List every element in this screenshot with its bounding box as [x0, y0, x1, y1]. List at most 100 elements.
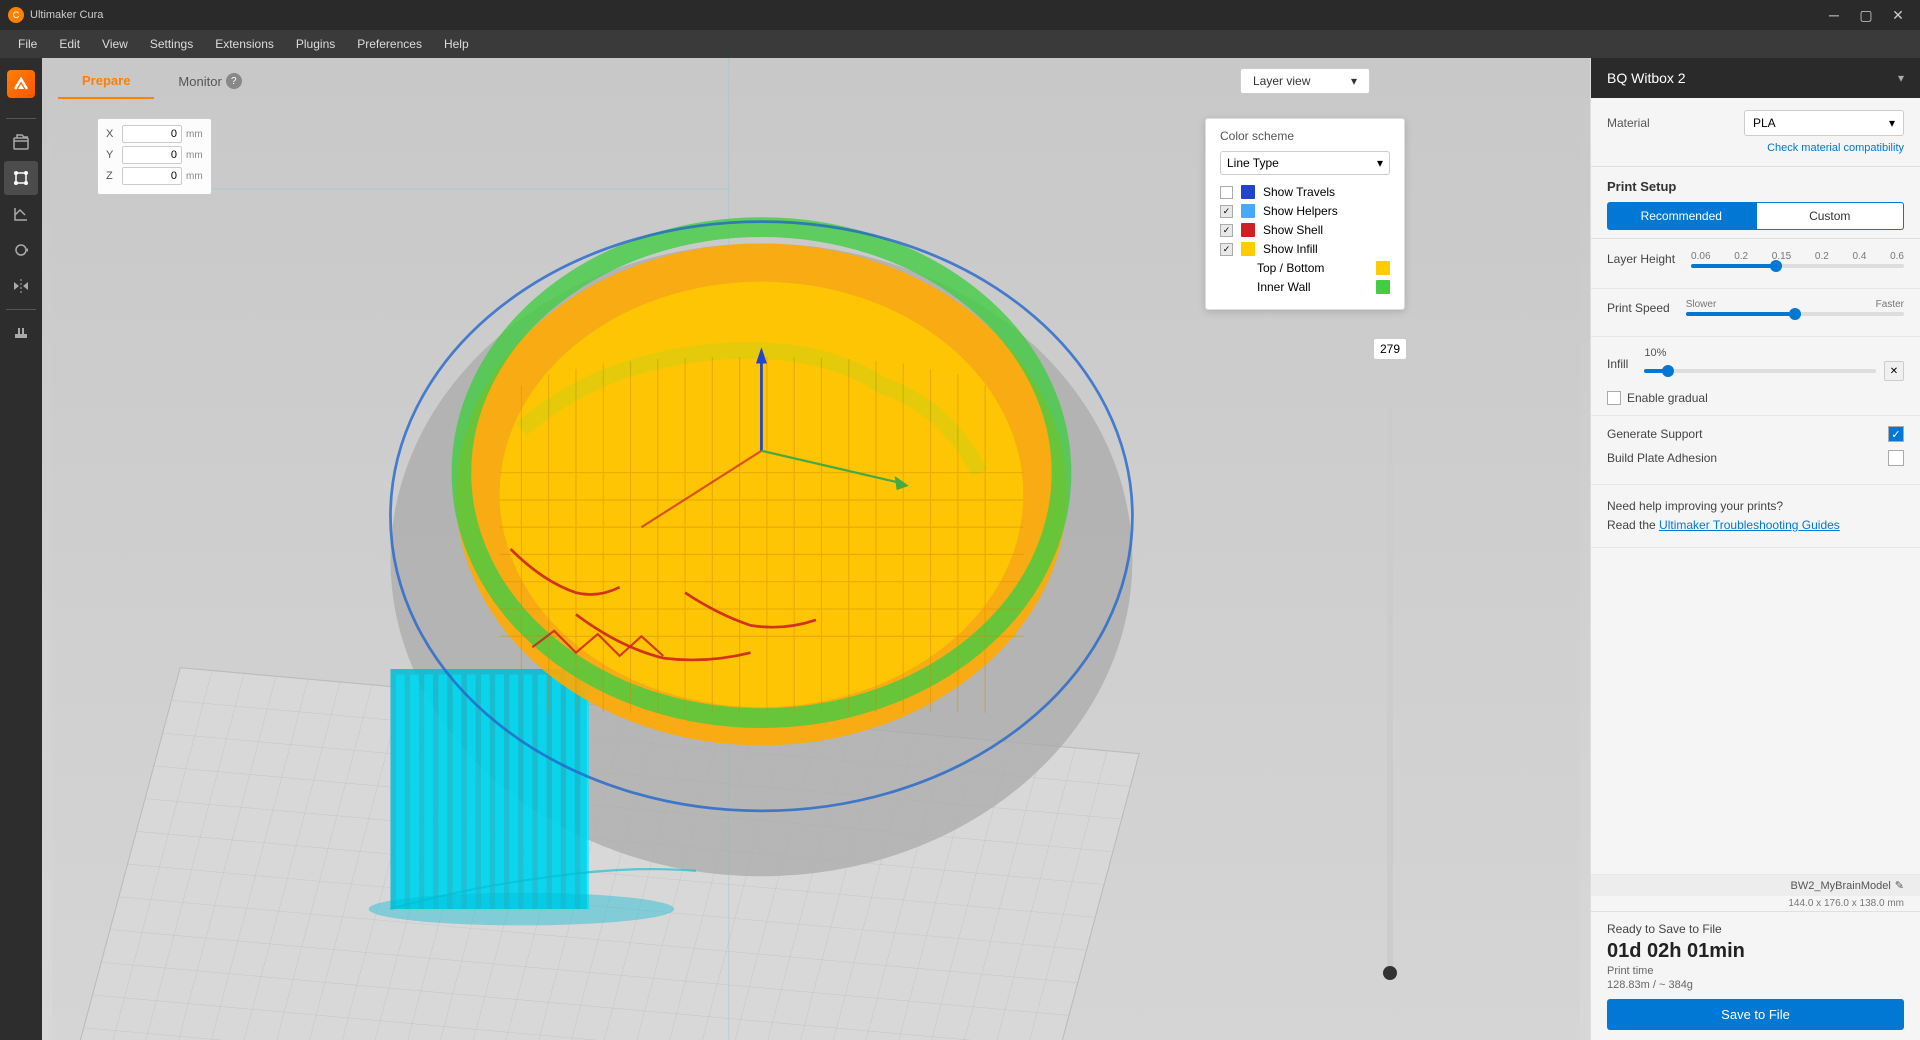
print-speed-row: Print Speed Slower Faster — [1607, 299, 1904, 316]
top-bottom-color — [1376, 261, 1390, 275]
logo-square — [7, 70, 35, 98]
gradual-checkbox[interactable] — [1607, 391, 1621, 405]
help-link[interactable]: Ultimaker Troubleshooting Guides — [1659, 518, 1840, 532]
filament-info: 128.83m / ~ 384g — [1607, 979, 1904, 991]
left-toolbar — [0, 58, 42, 1040]
material-arrow-icon: ▾ — [1889, 116, 1895, 130]
infill-thumb[interactable] — [1662, 365, 1674, 377]
transform-button[interactable] — [4, 161, 38, 195]
lh-val-4: 0.2 — [1815, 251, 1829, 262]
generate-support-checkbox[interactable]: ✓ — [1888, 426, 1904, 442]
help-text-row: Read the Ultimaker Troubleshooting Guide… — [1607, 516, 1904, 535]
app-icon: C — [8, 7, 24, 23]
mirror-button[interactable] — [4, 269, 38, 303]
menu-view[interactable]: View — [92, 33, 138, 55]
menu-plugins[interactable]: Plugins — [286, 33, 345, 55]
help-title: Need help improving your prints? — [1607, 497, 1904, 516]
right-panel: BQ Witbox 2 ▾ Material PLA ▾ Check mater… — [1590, 58, 1920, 1040]
help-icon[interactable]: ? — [226, 73, 242, 89]
generate-support-label: Generate Support — [1607, 427, 1702, 441]
slider-thumb[interactable] — [1383, 966, 1397, 980]
title-bar-controls: ─ ▢ ✕ — [1820, 1, 1912, 29]
infill-track[interactable] — [1644, 369, 1876, 373]
menu-preferences[interactable]: Preferences — [347, 33, 432, 55]
material-select[interactable]: PLA ▾ — [1744, 110, 1904, 136]
z-input[interactable] — [122, 167, 182, 185]
toolbar-separator-top — [6, 118, 36, 119]
y-label: Y — [106, 149, 118, 161]
color-scheme-title: Color scheme — [1220, 129, 1390, 143]
infill-control: 10% ✕ — [1644, 347, 1904, 381]
check-material-link[interactable]: Check material compatibility — [1607, 142, 1904, 154]
z-unit: mm — [186, 171, 203, 182]
layer-height-row: Layer Height 0.06 0.2 0.15 0.2 0.4 0.6 — [1607, 249, 1904, 268]
tab-monitor[interactable]: Monitor ? — [154, 65, 265, 99]
menu-extensions[interactable]: Extensions — [205, 33, 284, 55]
rotate-button[interactable] — [4, 233, 38, 267]
monitor-label: Monitor — [178, 74, 221, 89]
open-file-button[interactable] — [4, 125, 38, 159]
scale-button[interactable] — [4, 197, 38, 231]
tab-bar: Prepare Monitor ? — [58, 65, 266, 99]
save-to-file-button[interactable]: Save to File — [1607, 999, 1904, 1030]
shell-color — [1241, 223, 1255, 237]
title-bar-left: C Ultimaker Cura — [8, 7, 103, 23]
print-time-label: Print time — [1607, 965, 1904, 977]
infill-section: Infill 10% ✕ Enable gradual — [1591, 337, 1920, 416]
helpers-color — [1241, 204, 1255, 218]
print-setup-header: Print Setup Recommended Custom — [1591, 167, 1920, 239]
menu-help[interactable]: Help — [434, 33, 479, 55]
minimize-button[interactable]: ─ — [1820, 1, 1848, 29]
lh-val-6: 0.6 — [1890, 251, 1904, 262]
infill-color — [1241, 242, 1255, 256]
legend-infill: ✓ Show Infill — [1220, 242, 1390, 256]
support-button[interactable] — [4, 316, 38, 350]
speed-track[interactable] — [1686, 312, 1904, 316]
x-label: X — [106, 128, 118, 140]
tab-custom[interactable]: Custom — [1756, 202, 1905, 230]
x-input[interactable] — [122, 125, 182, 143]
lh-val-1: 0.06 — [1691, 251, 1710, 262]
printer-chevron-icon[interactable]: ▾ — [1898, 71, 1904, 85]
helpers-checkbox[interactable]: ✓ — [1220, 205, 1233, 218]
printer-name: BQ Witbox 2 — [1607, 70, 1686, 86]
layer-height-thumb[interactable] — [1770, 260, 1782, 272]
print-setup-title: Print Setup — [1607, 179, 1904, 194]
color-scheme-select[interactable]: Line Type ▾ — [1220, 151, 1390, 175]
gradual-label: Enable gradual — [1627, 391, 1708, 405]
title-bar: C Ultimaker Cura ─ ▢ ✕ — [0, 0, 1920, 30]
infill-checkbox[interactable]: ✓ — [1220, 243, 1233, 256]
layer-height-track[interactable] — [1691, 264, 1904, 268]
coord-z-row: Z mm — [106, 167, 203, 185]
model-name: BW2_MyBrainModel — [1791, 880, 1891, 892]
menu-settings[interactable]: Settings — [140, 33, 203, 55]
title-bar-title: Ultimaker Cura — [30, 9, 103, 21]
travels-checkbox[interactable] — [1220, 186, 1233, 199]
help-text-prefix: Read the — [1607, 518, 1659, 532]
edit-model-icon[interactable]: ✎ — [1895, 879, 1904, 892]
viewport[interactable]: Prepare Monitor ? Layer view ▾ X mm Y mm — [42, 58, 1590, 1040]
close-button[interactable]: ✕ — [1884, 1, 1912, 29]
y-input[interactable] — [122, 146, 182, 164]
restore-button[interactable]: ▢ — [1852, 1, 1880, 29]
shell-checkbox[interactable]: ✓ — [1220, 224, 1233, 237]
menu-file[interactable]: File — [8, 33, 47, 55]
infill-end-button[interactable]: ✕ — [1884, 361, 1904, 381]
tab-prepare[interactable]: Prepare — [58, 65, 154, 99]
build-plate-checkbox[interactable] — [1888, 450, 1904, 466]
spacer-flex — [1591, 548, 1920, 874]
material-row: Material PLA ▾ — [1607, 110, 1904, 136]
speed-thumb[interactable] — [1789, 308, 1801, 320]
tab-recommended[interactable]: Recommended — [1607, 202, 1756, 230]
material-section: Material PLA ▾ Check material compatibil… — [1591, 98, 1920, 167]
legend-shell: ✓ Show Shell — [1220, 223, 1390, 237]
menu-edit[interactable]: Edit — [49, 33, 90, 55]
generate-support-row: Generate Support ✓ — [1607, 426, 1904, 442]
bottom-status: Ready to Save to File 01d 02h 01min Prin… — [1591, 911, 1920, 1040]
legend-inner-wall: Inner Wall — [1220, 280, 1390, 294]
legend-helpers: ✓ Show Helpers — [1220, 204, 1390, 218]
slider-track[interactable] — [1387, 364, 1393, 980]
setup-tabs: Recommended Custom — [1607, 202, 1904, 230]
help-section: Need help improving your prints? Read th… — [1591, 485, 1920, 548]
app-body: Prepare Monitor ? Layer view ▾ X mm Y mm — [0, 58, 1920, 1040]
